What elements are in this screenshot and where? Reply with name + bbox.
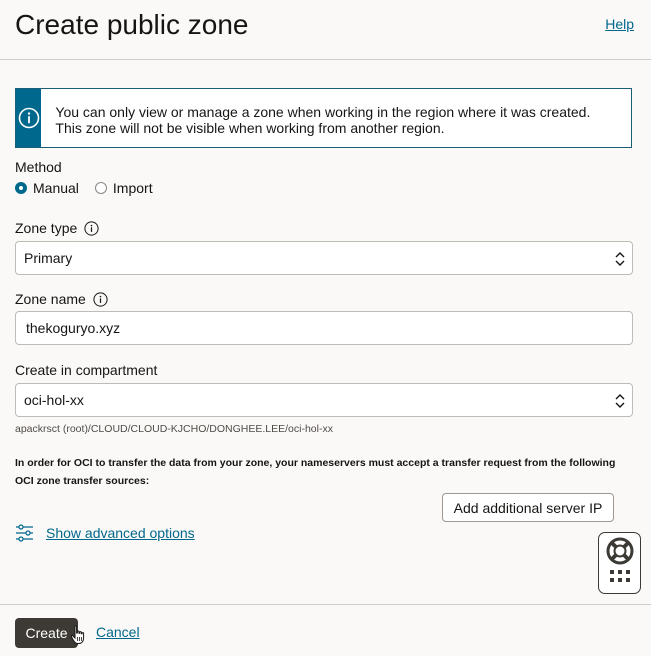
transfer-note: In order for OCI to transfer the data fr… bbox=[15, 457, 616, 487]
chevrons-updown-icon bbox=[615, 252, 625, 266]
zone-type-select[interactable]: Primary bbox=[15, 241, 633, 275]
method-radio-group: Manual Import bbox=[15, 180, 169, 196]
zone-name-field[interactable] bbox=[15, 311, 633, 345]
compartment-select[interactable]: oci-hol-xx bbox=[15, 383, 633, 417]
zone-name-input[interactable] bbox=[24, 320, 604, 336]
info-banner-text: You can only view or manage a zone when … bbox=[55, 104, 591, 136]
show-advanced-options-link[interactable]: Show advanced options bbox=[15, 524, 195, 542]
radio-unchecked-icon[interactable] bbox=[94, 182, 107, 194]
lifebuoy-icon[interactable] bbox=[606, 537, 634, 565]
method-radio-import[interactable]: Import bbox=[94, 180, 153, 196]
panel-footer: Create Cancel bbox=[0, 604, 651, 656]
info-icon bbox=[18, 107, 40, 129]
zone-type-label: Zone type bbox=[15, 220, 99, 236]
chevrons-updown-icon bbox=[615, 394, 625, 408]
info-circle-icon[interactable] bbox=[84, 220, 99, 236]
help-link[interactable]: Help bbox=[605, 16, 634, 32]
radio-checked-icon[interactable] bbox=[15, 182, 27, 194]
method-label: Method bbox=[15, 159, 62, 175]
add-server-ip-button[interactable]: Add additional server IP bbox=[442, 493, 614, 522]
panel-header: Create public zone Help bbox=[0, 0, 651, 60]
help-widget[interactable] bbox=[598, 532, 641, 594]
info-banner: You can only view or manage a zone when … bbox=[15, 88, 632, 148]
hand-cursor-icon bbox=[70, 625, 85, 644]
info-banner-strip bbox=[16, 89, 42, 147]
compartment-path: apackrsct (root)/CLOUD/CLOUD-KJCHO/DONGH… bbox=[15, 423, 333, 435]
sliders-icon bbox=[16, 524, 33, 542]
page-title: Create public zone bbox=[15, 9, 249, 40]
compartment-label: Create in compartment bbox=[15, 362, 158, 378]
grid-dots-icon[interactable] bbox=[609, 569, 631, 583]
zone-name-label: Zone name bbox=[15, 291, 108, 307]
method-radio-manual[interactable]: Manual bbox=[15, 180, 79, 196]
cancel-link[interactable]: Cancel bbox=[96, 624, 140, 640]
create-button[interactable]: Create bbox=[15, 618, 78, 648]
info-circle-icon[interactable] bbox=[93, 291, 108, 307]
